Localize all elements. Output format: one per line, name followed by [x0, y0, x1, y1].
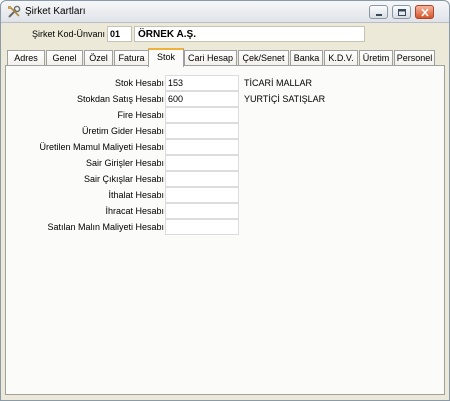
fire-hesabi-input[interactable]	[165, 107, 239, 123]
tab-cek-senet[interactable]: Çek/Senet	[238, 50, 289, 66]
tab-banka[interactable]: Banka	[290, 50, 323, 66]
tab-strip: Adres Genel Özel Fatura Stok Cari Hesap …	[5, 48, 445, 67]
field-row-ithalat-hesabi: İthalat Hesabı	[6, 187, 446, 203]
tab-kdv[interactable]: K.D.V.	[324, 50, 358, 66]
field-row-uretilen-mamul-maliyeti-hesabi: Üretilen Mamul Maliyeti Hesabı	[6, 139, 446, 155]
tab-fatura[interactable]: Fatura	[114, 50, 149, 66]
field-label: Üretilen Mamul Maliyeti Hesabı	[39, 142, 164, 152]
stokdan-satis-hesabi-input[interactable]: 600	[165, 91, 239, 107]
field-row-satilan-malin-maliyeti-hesabi: Satılan Malın Maliyeti Hesabı	[6, 219, 446, 235]
field-label: İthalat Hesabı	[108, 190, 164, 200]
maximize-button[interactable]	[392, 5, 411, 19]
company-label: Şirket Kod-Ünvanı	[31, 29, 105, 39]
field-label: Stok Hesabı	[114, 78, 164, 88]
close-icon	[421, 8, 429, 17]
field-row-sair-cikislar-hesabi: Sair Çıkışlar Hesabı	[6, 171, 446, 187]
company-row: Şirket Kod-Ünvanı 01 ÖRNEK A.Ş.	[5, 26, 445, 43]
field-label: Sair Çıkışlar Hesabı	[83, 174, 164, 184]
ihracat-hesabi-input[interactable]	[165, 203, 239, 219]
satilan-malin-maliyeti-hesabi-input[interactable]	[165, 219, 239, 235]
tab-ozel[interactable]: Özel	[84, 50, 113, 66]
stok-hesabi-input[interactable]: 153	[165, 75, 239, 91]
field-row-fire-hesabi: Fire Hesabı	[6, 107, 446, 123]
close-button[interactable]	[415, 5, 434, 19]
uretim-gider-hesabi-input[interactable]	[165, 123, 239, 139]
wrench-tools-icon	[7, 5, 21, 19]
window-title: Şirket Kartları	[25, 6, 86, 17]
ithalat-hesabi-input[interactable]	[165, 187, 239, 203]
field-description: TİCARİ MALLAR	[244, 78, 313, 88]
tab-cari-hesap[interactable]: Cari Hesap	[184, 50, 237, 66]
tab-genel[interactable]: Genel	[46, 50, 83, 66]
company-name-field[interactable]: ÖRNEK A.Ş.	[134, 26, 365, 42]
tab-adres[interactable]: Adres	[7, 50, 45, 66]
tab-personel[interactable]: Personel	[394, 50, 435, 66]
sair-girisler-hesabi-input[interactable]	[165, 155, 239, 171]
field-row-uretim-gider-hesabi: Üretim Gider Hesabı	[6, 123, 446, 139]
field-row-ihracat-hesabi: İhracat Hesabı	[6, 203, 446, 219]
minimize-button[interactable]	[369, 5, 388, 19]
minimize-icon	[376, 14, 382, 16]
field-label: İhracat Hesabı	[105, 206, 164, 216]
field-label: Satılan Malın Maliyeti Hesabı	[47, 222, 164, 232]
field-row-stokdan-satis-hesabi: Stokdan Satış Hesabı 600 YURTİÇİ SATIŞLA…	[6, 91, 446, 107]
maximize-icon	[398, 9, 406, 16]
company-code-field[interactable]: 01	[107, 26, 132, 42]
stok-tab-panel: Stok Hesabı 153 TİCARİ MALLAR Stokdan Sa…	[5, 65, 445, 395]
field-label: Stokdan Satış Hesabı	[76, 94, 164, 104]
field-description: YURTİÇİ SATIŞLAR	[244, 94, 326, 104]
title-bar[interactable]: Şirket Kartları	[1, 1, 449, 23]
sair-cikislar-hesabi-input[interactable]	[165, 171, 239, 187]
field-row-sair-girisler-hesabi: Sair Girişler Hesabı	[6, 155, 446, 171]
field-label: Sair Girişler Hesabı	[85, 158, 164, 168]
tab-uretim[interactable]: Üretim	[359, 50, 393, 66]
window-client-area: Şirket Kod-Ünvanı 01 ÖRNEK A.Ş. Adres Ge…	[5, 24, 445, 398]
sirket-kartlari-window: Şirket Kartları Şirket Kod-Ünvanı 01 ÖRN…	[0, 0, 450, 401]
tab-stok[interactable]: Stok	[148, 48, 184, 67]
field-label: Üretim Gider Hesabı	[81, 126, 164, 136]
field-label: Fire Hesabı	[117, 110, 164, 120]
uretilen-mamul-maliyeti-hesabi-input[interactable]	[165, 139, 239, 155]
field-row-stok-hesabi: Stok Hesabı 153 TİCARİ MALLAR	[6, 75, 446, 91]
